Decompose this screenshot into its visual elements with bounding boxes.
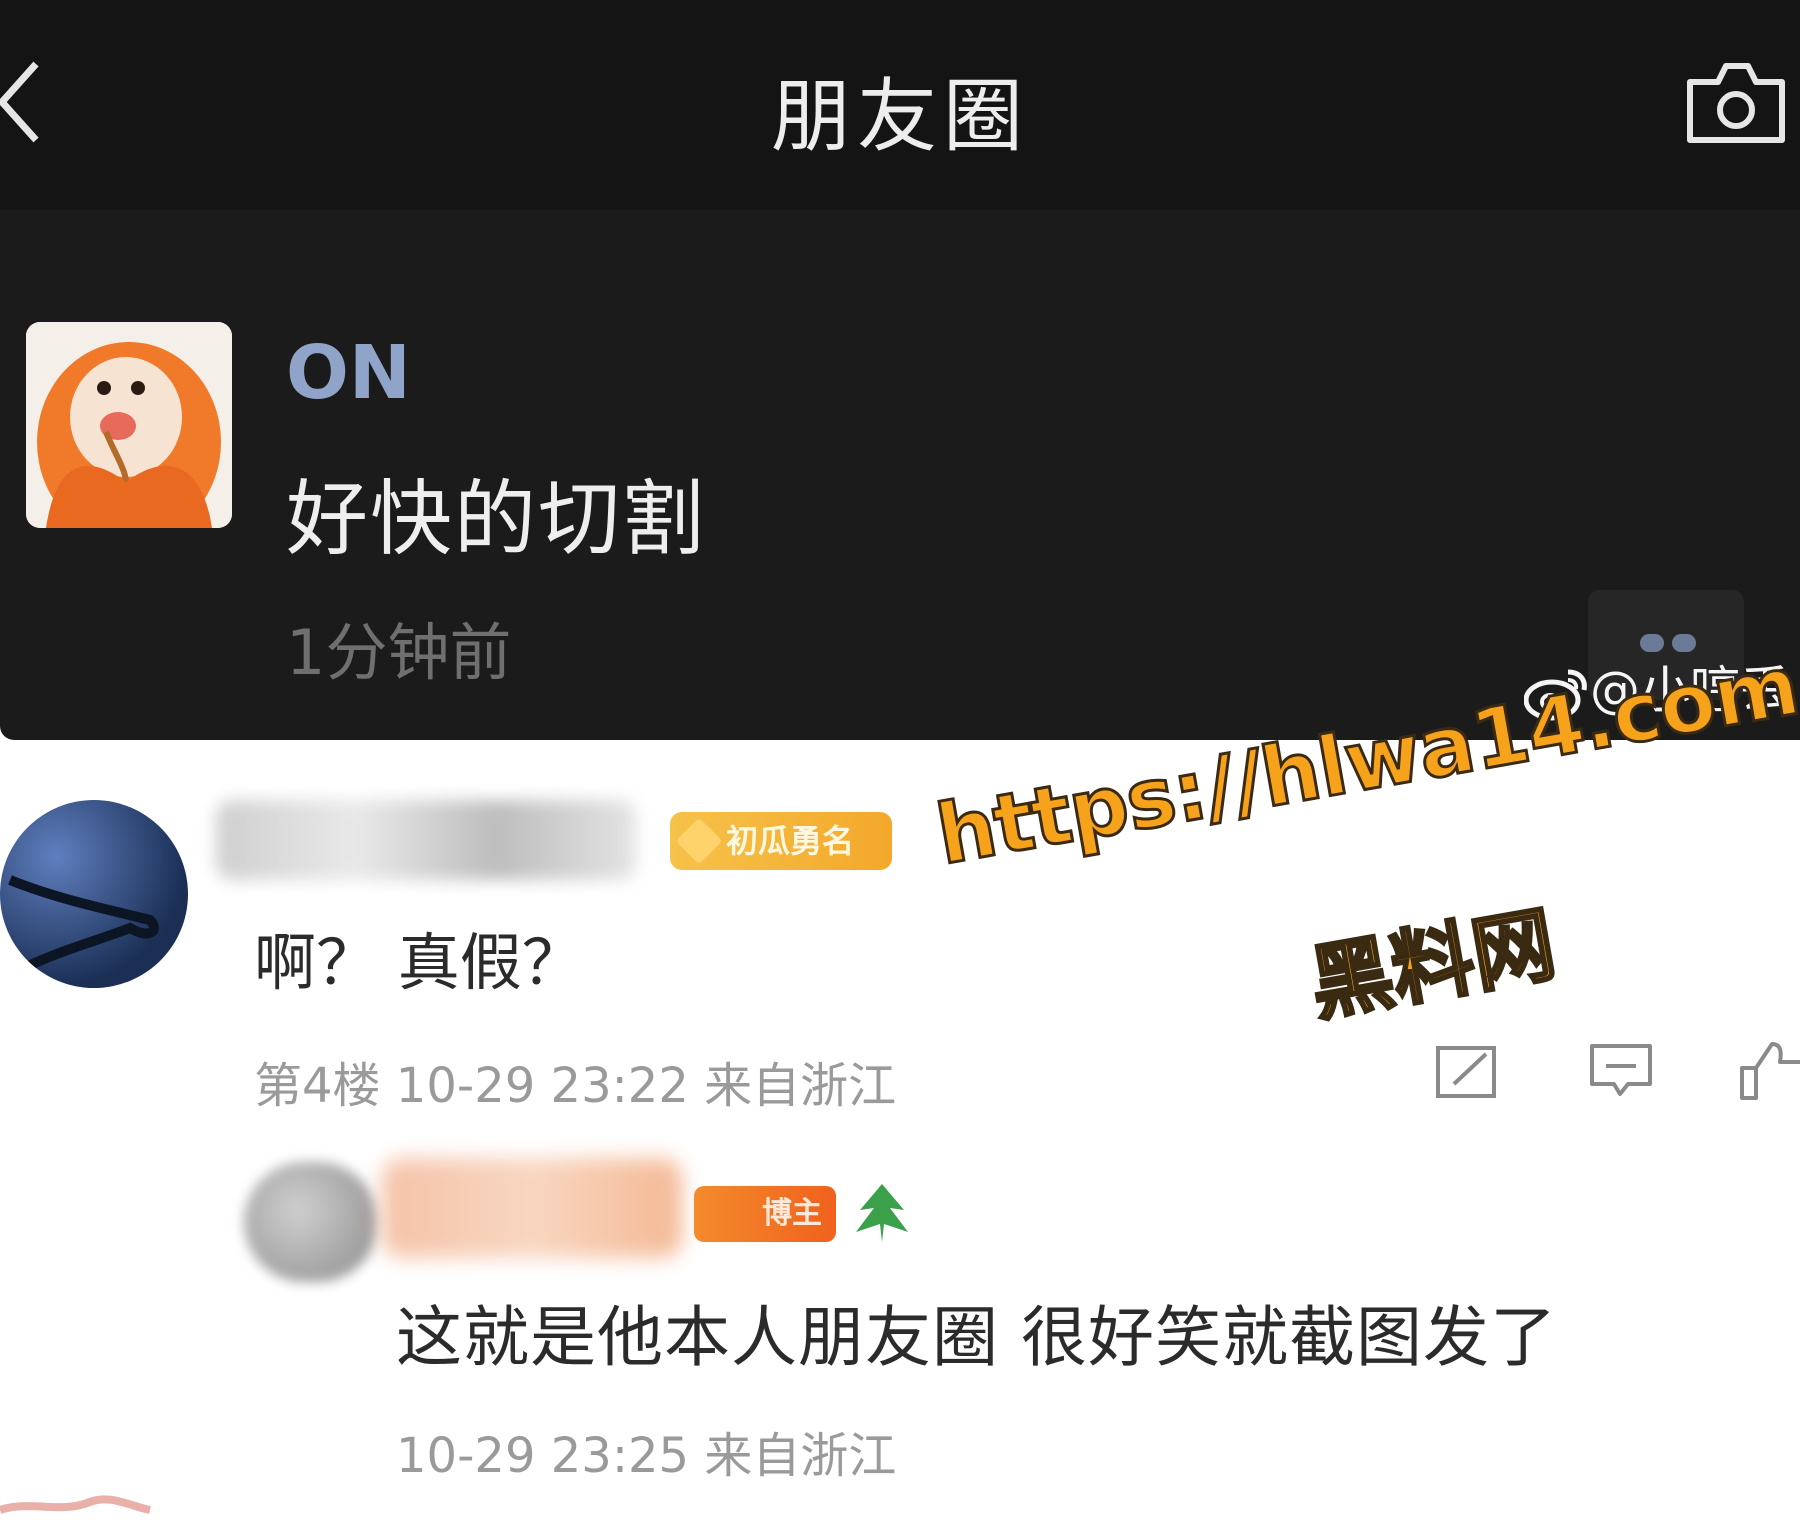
camera-icon[interactable] [1684,60,1788,146]
avatar-silhouette [8,875,159,975]
reply-avatar-blurred[interactable] [244,1162,378,1282]
site-watermark-name: 黑料网 [1302,895,1564,1034]
author-avatar[interactable] [26,322,232,528]
top-navigation-bar: 朋友圈 [0,0,1800,210]
share-icon[interactable] [1434,1040,1500,1100]
commenter-name-blurred [216,800,636,880]
comment-meta: 第4楼 10-29 23:22 来自浙江 [254,1058,897,1114]
reply-name-blurred [382,1158,682,1258]
blogger-badge: 博主 [694,1186,836,1242]
page-title: 朋友圈 [771,70,1029,163]
avatar-illustration [26,322,232,528]
commenter-avatar[interactable] [0,800,188,988]
moment-post: ON 好快的切割 1分钟前 @小哼丢 [0,210,1800,740]
like-icon[interactable] [1738,1040,1800,1100]
comment-text: 啊？ 真假？ [254,926,584,999]
tree-icon [856,1184,908,1242]
moment-text: 好快的切割 [286,472,707,567]
author-name[interactable]: ON [286,330,411,416]
comment-icon[interactable] [1588,1040,1654,1100]
moment-time: 1分钟前 [286,616,512,689]
reply-meta: 10-29 23:25 来自浙江 [396,1428,897,1484]
next-comment-fragment [0,1495,151,1514]
reply-text: 这就是他本人朋友圈 很好笑就截图发了 [396,1299,1557,1376]
fan-badge: 初瓜勇名 [670,812,892,870]
